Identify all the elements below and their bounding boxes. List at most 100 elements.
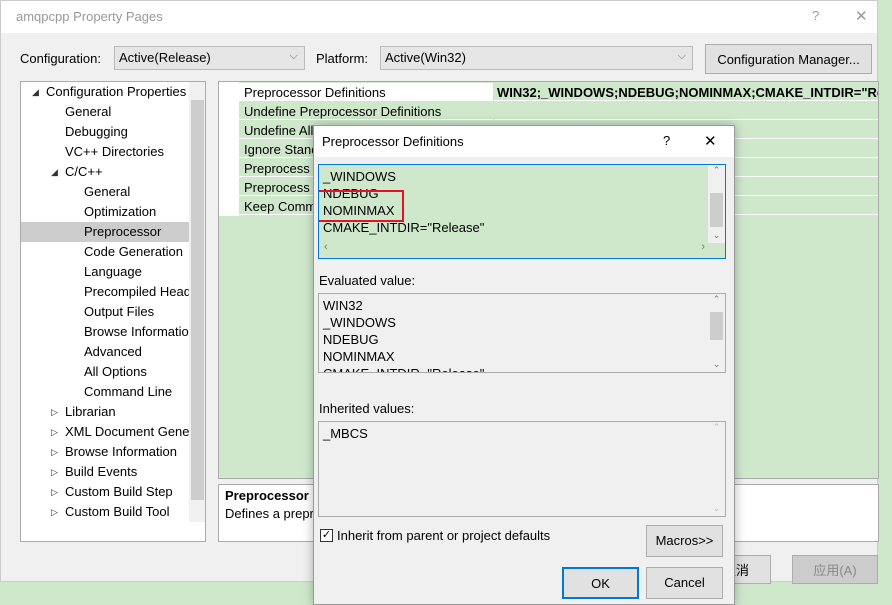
- highlight-box: [319, 190, 404, 222]
- property-name: Preprocessor Definitions: [239, 83, 493, 101]
- macros-button[interactable]: Macros>>: [646, 525, 723, 557]
- tree-item-label: Language: [84, 264, 142, 279]
- inherited-scrollbar[interactable]: ⌃ ⌄: [708, 422, 725, 516]
- tree-item[interactable]: Debugging: [21, 122, 189, 142]
- window-title: amqpcpp Property Pages: [16, 9, 163, 24]
- tree-item-label: XML Document Generator: [65, 424, 206, 439]
- configuration-select[interactable]: Active(Release) ⌵: [114, 46, 305, 70]
- inherited-box: _MBCS ⌃ ⌄: [318, 421, 726, 517]
- text-line: NDEBUG: [323, 332, 379, 347]
- collapsed-arrow-icon[interactable]: ▷: [51, 422, 58, 442]
- dialog-title-bar: Preprocessor Definitions ? ✕: [314, 126, 734, 157]
- close-icon[interactable]: ✕: [855, 7, 868, 25]
- tree-item-label: Librarian: [65, 404, 116, 419]
- dialog-close-icon[interactable]: ✕: [704, 132, 717, 150]
- tree-item-label: Browse Information: [65, 444, 177, 459]
- property-name: Undefine Preprocessor Definitions: [239, 102, 493, 120]
- tree-item-label: General: [65, 104, 112, 119]
- text-line: _WINDOWS: [323, 315, 396, 330]
- dialog-help-icon[interactable]: ?: [663, 133, 670, 148]
- tree-item[interactable]: Browse Information: [21, 322, 196, 342]
- tree-item-label: Browse Information: [84, 324, 196, 339]
- title-bar: amqpcpp Property Pages ? ✕: [1, 1, 877, 33]
- evaluated-box: WIN32 _WINDOWS NDEBUG NOMINMAXCMAKE_INTDIR=…: [318, 293, 726, 373]
- tree-item-label: Custom Build Tool: [65, 504, 170, 519]
- tree-item[interactable]: Advanced: [21, 342, 189, 362]
- property-value[interactable]: WIN32;_WINDOWS;NDEBUG;NOMINMAX;CMAKE_INT…: [494, 83, 878, 101]
- tree-item[interactable]: XML Document Generator ▷: [21, 422, 205, 442]
- tree-item-label: Preprocessor: [84, 224, 162, 239]
- inherited-label: Inherited values:: [319, 401, 415, 416]
- inherit-checkbox-label[interactable]: Inherit from parent or project defaults: [337, 528, 550, 543]
- definitions-edit[interactable]: _WINDOWS NDEBUG NOMINMAX CMAKE_INTDIR="Rele…: [318, 164, 726, 259]
- text-line: _MBCS: [323, 426, 368, 441]
- cancel-button[interactable]: Cancel: [646, 567, 723, 599]
- grid-row[interactable]: Preprocessor Definitions WIN32;_WINDOWS;N…: [219, 83, 878, 102]
- collapsed-arrow-icon[interactable]: ▷: [51, 462, 58, 482]
- expanded-arrow-icon[interactable]: ◢: [51, 162, 58, 182]
- inherit-checkbox[interactable]: ✓: [320, 529, 333, 542]
- tree-item[interactable]: C/C++ ◢: [21, 162, 189, 182]
- preprocessor-definitions-dialog: Preprocessor Definitions ? ✕ _WINDOWS NDE…: [313, 125, 735, 605]
- tree-item[interactable]: General: [21, 102, 189, 122]
- tree-item-label: Output Files: [84, 304, 155, 319]
- platform-value: Active(Win32): [385, 50, 466, 65]
- tree-item-label: Custom Build Step: [65, 484, 173, 499]
- tree-item[interactable]: Optimization: [21, 202, 189, 222]
- text-line: _WINDOWS: [323, 169, 396, 184]
- tree-item-label: Optimization: [84, 204, 157, 219]
- collapsed-arrow-icon[interactable]: ▷: [51, 502, 58, 522]
- tree-item[interactable]: Custom Build Step ▷: [21, 482, 189, 502]
- tree-item[interactable]: Browse Information ▷: [21, 442, 189, 462]
- configuration-value: Active(Release): [119, 50, 211, 65]
- configuration-manager-button[interactable]: Configuration Manager...: [705, 44, 872, 74]
- apply-button[interactable]: 应用(A): [792, 555, 878, 584]
- edit-hscrollbar[interactable]: ‹ ›: [319, 241, 710, 258]
- tree-item[interactable]: Librarian ▷: [21, 402, 189, 422]
- text-line: CMAKE_INTDIR="Release": [319, 365, 725, 372]
- tree-item-label: Code Generation: [84, 244, 184, 259]
- tree-item[interactable]: Output Files: [21, 302, 189, 322]
- text-line: WIN32: [323, 298, 363, 313]
- platform-select[interactable]: Active(Win32) ⌵: [380, 46, 693, 70]
- chevron-down-icon: ⌵: [289, 50, 298, 62]
- edit-vscrollbar[interactable]: ⌃ ⌄: [708, 165, 725, 243]
- grid-row[interactable]: Undefine Preprocessor Definitions: [219, 102, 878, 121]
- tree-item[interactable]: General: [21, 182, 189, 202]
- tree-item[interactable]: Preprocessor: [21, 222, 189, 242]
- tree-item[interactable]: Code Generation: [21, 242, 189, 262]
- evaluated-label: Evaluated value:: [319, 273, 416, 288]
- tree-item[interactable]: All Options: [21, 362, 189, 382]
- property-value[interactable]: [494, 102, 878, 120]
- tree-item[interactable]: Custom Build Tool ▷: [21, 502, 189, 522]
- expanded-arrow-icon[interactable]: ◢: [32, 82, 39, 102]
- dialog-title: Preprocessor Definitions: [322, 134, 464, 149]
- tree-item[interactable]: Language: [21, 262, 189, 282]
- chevron-down-icon: ⌵: [677, 50, 686, 62]
- tree-item-label: VC++ Directories: [65, 144, 164, 159]
- tree-item[interactable]: VC++ Directories: [21, 142, 189, 162]
- tree-item-label: Configuration Properties: [46, 84, 187, 99]
- tree-item-label: Build Events: [65, 464, 138, 479]
- ok-button[interactable]: OK: [562, 567, 639, 599]
- tree-item-label: Command Line: [84, 384, 173, 399]
- evaluated-scrollbar[interactable]: ⌃ ⌄: [708, 294, 725, 372]
- text-line: NOMINMAX: [323, 349, 395, 364]
- tree-item-label: Precompiled Headers: [84, 284, 206, 299]
- tree-item[interactable]: Build Events ▷: [21, 462, 189, 482]
- collapsed-arrow-icon[interactable]: ▷: [51, 402, 58, 422]
- tree-item-label: Debugging: [65, 124, 128, 139]
- platform-label: Platform:: [316, 51, 369, 66]
- tree-item[interactable]: Configuration Properties ◢: [21, 82, 189, 102]
- help-icon[interactable]: ?: [812, 8, 819, 23]
- tree-item-label: Advanced: [84, 344, 142, 359]
- property-tree: Configuration Properties ◢ General Debuggin…: [20, 81, 206, 542]
- tree-item-label: C/C++: [65, 164, 103, 179]
- tree-item[interactable]: Precompiled Headers: [21, 282, 205, 302]
- tree-scrollbar[interactable]: [189, 82, 205, 522]
- collapsed-arrow-icon[interactable]: ▷: [51, 482, 58, 502]
- tree-item-label: All Options: [84, 364, 147, 379]
- tree-item[interactable]: Command Line: [21, 382, 189, 402]
- tree-item-label: General: [84, 184, 131, 199]
- collapsed-arrow-icon[interactable]: ▷: [51, 442, 58, 462]
